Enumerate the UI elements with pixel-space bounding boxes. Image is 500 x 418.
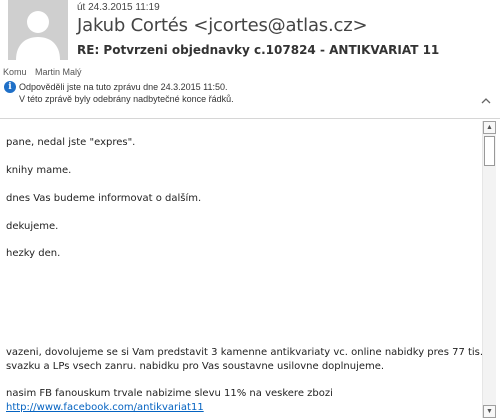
body-line: nasim FB fanouskum trvale nabizime slevu… — [6, 388, 333, 399]
facebook-link[interactable]: http://www.facebook.com/antikvariat11 — [6, 402, 204, 413]
info-replied-text: Odpověděli jste na tuto zprávu dne 24.3.… — [19, 82, 228, 92]
message-header: út 24.3.2015 11:19 Jakub Cortés <jcortes… — [0, 0, 500, 118]
info-bar-replied[interactable]: i Odpověděli jste na tuto zprávu dne 24.… — [4, 81, 228, 93]
body-line-link: http://www.facebook.com/antikvariat11 — [6, 402, 204, 413]
vertical-scrollbar[interactable]: ▲ ▼ — [482, 121, 496, 418]
recipient-row: Komu Martin Malý — [3, 67, 82, 77]
body-line: svazku a LPs vsech zanru. nabidku pro Va… — [6, 361, 385, 372]
recipient-name[interactable]: Martin Malý — [35, 67, 82, 77]
info-icon: i — [4, 81, 16, 93]
avatar — [8, 0, 68, 60]
message-subject: RE: Potvrzeni objednavky c.107824 - ANTI… — [77, 43, 440, 57]
scroll-thumb[interactable] — [484, 136, 495, 166]
info-linebreaks-text[interactable]: V této zprávě byly odebrány nadbytečné k… — [19, 94, 234, 104]
person-silhouette-icon — [8, 0, 68, 60]
body-line: pane, nedal jste "expres". — [6, 137, 136, 148]
body-line: vazeni, dovolujeme se si Vam predstavit … — [6, 347, 484, 358]
message-date: út 24.3.2015 11:19 — [77, 2, 160, 13]
body-line: dekujeme. — [6, 221, 59, 232]
body-line: hezky den. — [6, 248, 61, 259]
to-label: Komu — [3, 67, 27, 77]
scroll-up-arrow-icon[interactable]: ▲ — [483, 121, 496, 134]
body-line: dnes Vas budeme informovat o dalším. — [6, 193, 202, 204]
chevron-up-icon[interactable] — [479, 95, 493, 109]
message-body[interactable]: pane, nedal jste "expres". knihy mame. d… — [0, 119, 500, 418]
body-line: knihy mame. — [6, 165, 72, 176]
scroll-down-arrow-icon[interactable]: ▼ — [483, 405, 496, 418]
sender-name[interactable]: Jakub Cortés <jcortes@atlas.cz> — [77, 15, 368, 36]
